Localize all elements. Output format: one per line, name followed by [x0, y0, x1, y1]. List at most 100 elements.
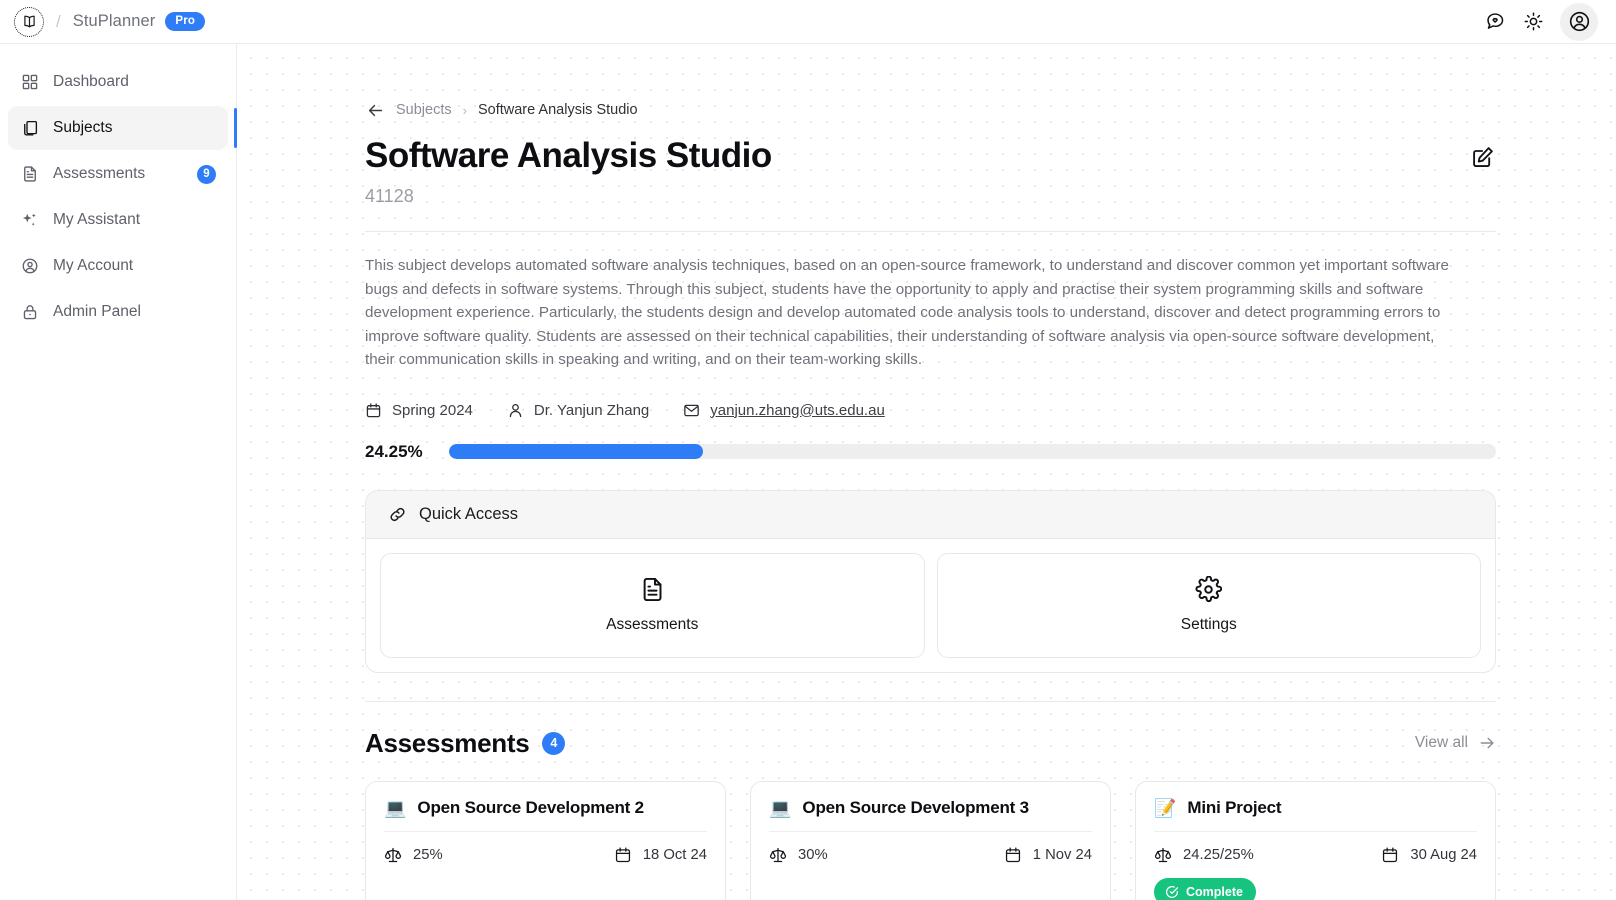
edit-icon[interactable] — [1470, 144, 1496, 170]
person-icon — [507, 402, 524, 419]
meta-instructor-value: Dr. Yanjun Zhang — [533, 401, 650, 419]
view-all-link[interactable]: View all — [1415, 734, 1496, 752]
scales-icon — [769, 846, 787, 864]
assessment-card[interactable]: 📝 Mini Project 24.25/25% 30 Aug 24 Compl… — [1135, 780, 1496, 900]
envelope-icon — [683, 402, 700, 419]
assessment-due-value: 18 Oct 24 — [642, 846, 707, 863]
progress-fill — [449, 444, 703, 460]
assessment-weight: 24.25/25% — [1154, 846, 1254, 864]
scales-icon — [1154, 846, 1172, 864]
back-arrow-icon[interactable] — [365, 100, 385, 120]
main-content: Subjects › Software Analysis Studio Soft… — [237, 44, 1616, 900]
sidebar-item-label: My Account — [53, 257, 134, 274]
section-divider — [365, 700, 1496, 702]
breadcrumb-separator: › — [462, 102, 467, 118]
meta-instructor: Dr. Yanjun Zhang — [507, 402, 649, 419]
assessment-card-title: Open Source Development 2 — [417, 797, 644, 817]
brand-name: StuPlanner — [72, 12, 156, 30]
quick-access-tile-assessments[interactable]: Assessments — [380, 552, 925, 658]
sidebar-badge-assessments: 9 — [197, 164, 216, 184]
sidebar: Dashboard Subjects Assessments 9 My Assi… — [0, 44, 237, 900]
scales-icon — [384, 846, 402, 864]
sparkles-icon — [20, 211, 39, 230]
breadcrumb-current: Software Analysis Studio — [477, 102, 638, 118]
arrow-right-icon — [1478, 734, 1496, 752]
assessment-card-meta: 24.25/25% 30 Aug 24 — [1154, 846, 1477, 864]
meta-semester-value: Spring 2024 — [392, 401, 473, 419]
check-circle-icon — [1165, 885, 1179, 899]
assessment-weight: 25% — [384, 846, 443, 864]
top-bar-actions — [1484, 2, 1598, 41]
assessment-weight: 30% — [769, 846, 828, 864]
assessment-card-meta: 30% 1 Nov 24 — [769, 846, 1092, 864]
assessment-card-meta: 25% 18 Oct 24 — [384, 846, 707, 864]
breadcrumb-parent[interactable]: Subjects — [396, 102, 452, 118]
sidebar-item-my-assistant[interactable]: My Assistant — [8, 198, 228, 242]
brand[interactable]: / StuPlanner Pro — [14, 6, 206, 37]
sidebar-item-my-account[interactable]: My Account — [8, 244, 228, 288]
header-divider — [365, 231, 1496, 233]
page-title: Software Analysis Studio — [365, 136, 772, 175]
books-icon — [20, 119, 39, 138]
user-avatar-icon[interactable] — [1560, 2, 1598, 41]
sidebar-item-label: Admin Panel — [53, 303, 141, 320]
sun-icon[interactable] — [1522, 11, 1544, 33]
quick-access-tile-settings[interactable]: Settings — [936, 552, 1481, 658]
status-badge-label: Complete — [1186, 884, 1243, 899]
progress-track — [449, 444, 1496, 460]
laptop-emoji: 💻 — [384, 797, 407, 818]
assessment-due: 18 Oct 24 — [614, 846, 707, 864]
message-heart-icon[interactable] — [1484, 11, 1506, 33]
assessment-card-title: Mini Project — [1187, 797, 1282, 817]
progress-percent-label: 24.25% — [365, 441, 423, 461]
quick-access-header: Quick Access — [366, 490, 1495, 539]
quick-access-tile-label: Assessments — [606, 616, 699, 634]
sidebar-item-label: My Assistant — [53, 211, 140, 228]
title-block: Software Analysis Studio 41128 — [365, 136, 772, 207]
app-shell: Dashboard Subjects Assessments 9 My Assi… — [0, 44, 1616, 900]
quick-access-card: Quick Access Assessments Settings — [365, 489, 1496, 673]
plan-badge: Pro — [165, 12, 206, 31]
assessment-weight-value: 24.25/25% — [1183, 846, 1254, 863]
document-text-icon — [639, 576, 666, 603]
sidebar-item-assessments[interactable]: Assessments 9 — [8, 152, 228, 196]
assessment-card-title-row: 📝 Mini Project — [1154, 798, 1477, 832]
status-badge: Complete — [1154, 877, 1256, 900]
assessment-card-title-row: 💻 Open Source Development 3 — [769, 798, 1092, 832]
gear-icon — [1195, 576, 1223, 603]
assessment-card[interactable]: 💻 Open Source Development 2 25% 18 Oct 2… — [365, 780, 726, 900]
memo-emoji: 📝 — [1154, 797, 1177, 818]
calendar-icon — [614, 846, 632, 864]
laptop-emoji: 💻 — [769, 797, 792, 818]
assessment-card-title-row: 💻 Open Source Development 2 — [384, 798, 707, 832]
sidebar-item-admin-panel[interactable]: Admin Panel — [8, 290, 228, 334]
calendar-icon — [365, 402, 382, 419]
user-circle-icon — [20, 257, 39, 276]
title-row: Software Analysis Studio 41128 — [365, 136, 1496, 207]
assessment-cards: 💻 Open Source Development 2 25% 18 Oct 2… — [365, 780, 1496, 900]
lock-icon — [20, 303, 39, 322]
assessment-weight-value: 25% — [413, 846, 443, 863]
progress-row: 24.25% — [365, 442, 1496, 462]
view-all-label: View all — [1414, 734, 1468, 752]
meta-email[interactable]: yanjun.zhang@uts.edu.au — [683, 402, 885, 419]
sidebar-item-label: Subjects — [53, 119, 113, 136]
subject-description: This subject develops automated software… — [365, 257, 1449, 369]
grid-icon — [20, 73, 39, 92]
calendar-icon — [1381, 846, 1399, 864]
brand-slash: / — [56, 11, 61, 31]
top-bar: / StuPlanner Pro — [0, 0, 1616, 44]
sidebar-item-dashboard[interactable]: Dashboard — [8, 60, 228, 104]
subject-meta: Spring 2024 Dr. Yanjun Zhang yanjun.zhan… — [365, 402, 1496, 419]
meta-semester: Spring 2024 — [365, 402, 473, 419]
assessment-card[interactable]: 💻 Open Source Development 3 30% 1 Nov 24 — [750, 780, 1111, 900]
breadcrumb: Subjects › Software Analysis Studio — [365, 100, 1496, 120]
sidebar-item-label: Assessments — [53, 165, 146, 182]
sidebar-item-label: Dashboard — [53, 73, 129, 90]
quick-access-title: Quick Access — [419, 504, 519, 523]
meta-email-value[interactable]: yanjun.zhang@uts.edu.au — [710, 402, 885, 419]
assessment-due-value: 30 Aug 24 — [1410, 846, 1477, 863]
assessments-section-header: Assessments 4 View all — [365, 728, 1496, 759]
sidebar-item-subjects[interactable]: Subjects — [8, 106, 237, 150]
document-icon — [20, 165, 39, 184]
